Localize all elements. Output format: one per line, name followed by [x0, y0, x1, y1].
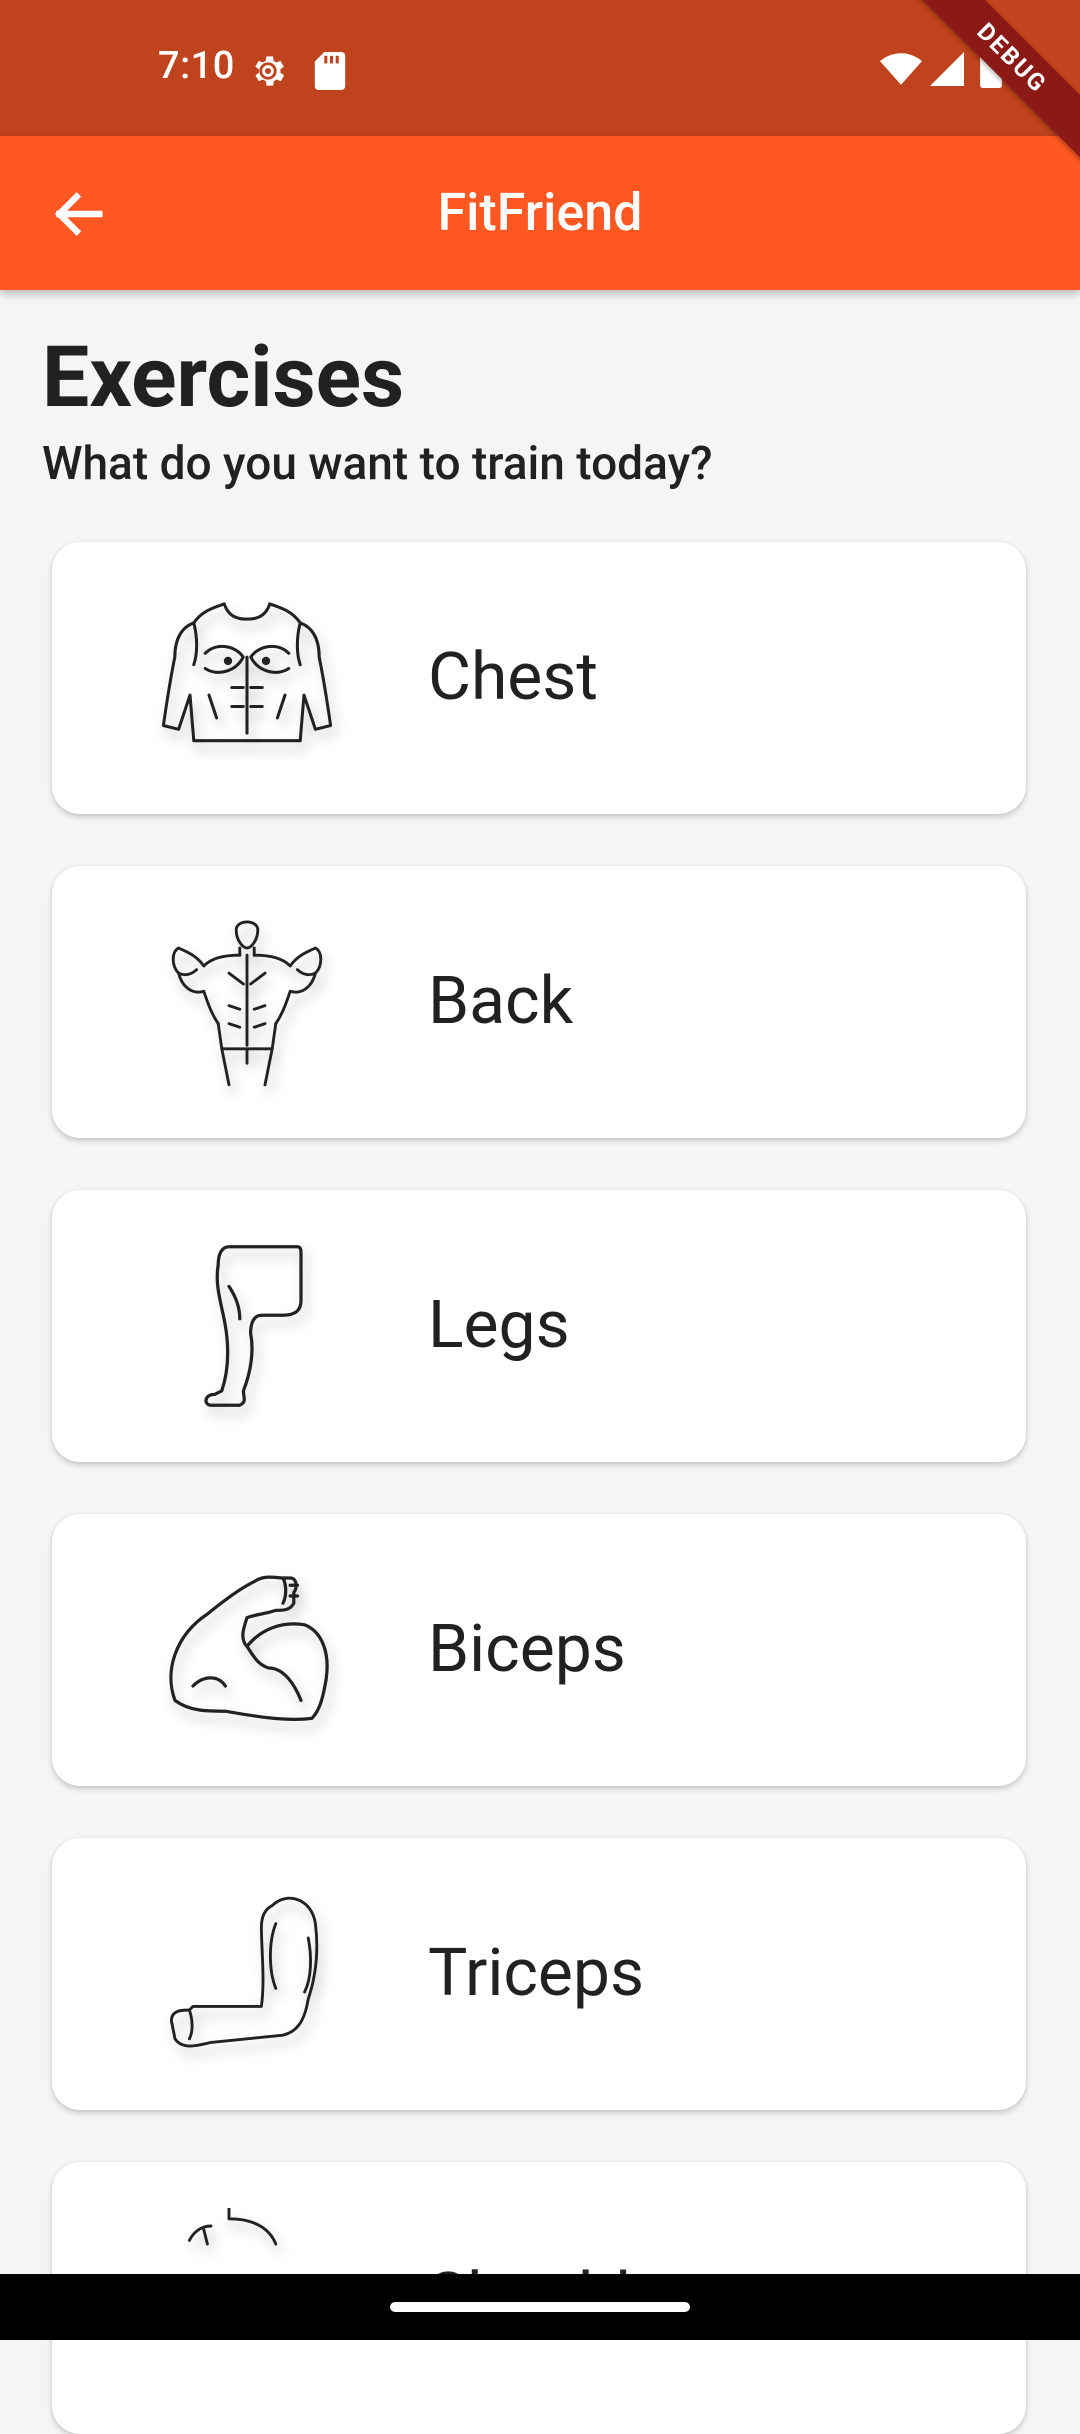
exercise-card-chest[interactable]: Chest [52, 542, 1026, 814]
exercise-label: Triceps [428, 1935, 645, 2012]
home-gesture-handle[interactable] [390, 2302, 690, 2312]
exercise-label: Back [428, 963, 574, 1040]
status-bar: 7:10 [0, 0, 1080, 136]
chest-icon [161, 602, 333, 743]
leg-icon [204, 1245, 303, 1407]
exercise-card-biceps[interactable]: Biceps [52, 1514, 1026, 1786]
sd-card-icon [314, 52, 346, 90]
exercise-card-triceps[interactable]: Triceps [52, 1838, 1026, 2110]
triceps-icon [169, 1896, 319, 2048]
back-muscle-icon [171, 920, 323, 1087]
page-title: Exercises [42, 328, 405, 427]
wifi-icon [880, 53, 922, 85]
cell-signal-icon [930, 52, 964, 86]
exercise-label: Legs [428, 1287, 570, 1364]
exercise-card-back[interactable]: Back [52, 866, 1026, 1138]
app-title: FitFriend [437, 182, 643, 243]
exercise-card-legs[interactable]: Legs [52, 1190, 1026, 1462]
settings-gear-icon [255, 56, 285, 86]
status-time: 7:10 [158, 44, 235, 88]
biceps-icon [169, 1575, 329, 1721]
page-subtitle: What do you want to train today? [42, 437, 713, 491]
exercise-label: Biceps [428, 1611, 626, 1688]
exercise-label: Chest [428, 639, 598, 716]
